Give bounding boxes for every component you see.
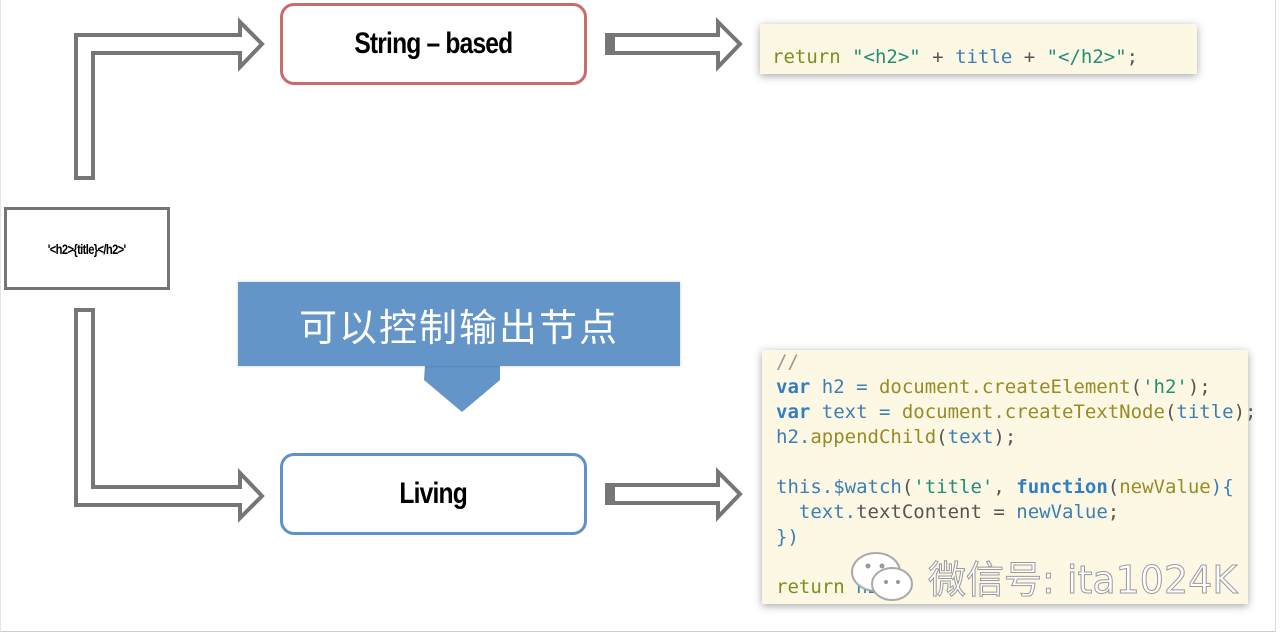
code-token: this.$watch bbox=[776, 476, 902, 498]
source-template-box: '<h2>{title}</h2>' bbox=[4, 207, 170, 290]
code-line: text.textContent = newValue; bbox=[776, 500, 1248, 525]
code-token: ( bbox=[1107, 476, 1120, 498]
code-token: ( bbox=[936, 426, 948, 448]
code-token: ( bbox=[901, 476, 914, 498]
code-token: 'h2' bbox=[1142, 376, 1188, 398]
source-template-text: '<h2>{title}</h2>' bbox=[48, 240, 127, 257]
code-token: ); bbox=[1233, 401, 1257, 423]
right-arrow-bottom-icon bbox=[605, 467, 743, 522]
code-token: newValue bbox=[1016, 501, 1108, 523]
callout-text: 可以控制输出节点 bbox=[298, 307, 619, 350]
code-line: var h2 = document.createElement('h2'); bbox=[776, 375, 1248, 400]
code-token: document.createTextNode bbox=[901, 401, 1165, 423]
code-token: document.createElement bbox=[878, 376, 1131, 398]
code-token: ; bbox=[1126, 46, 1139, 68]
code-token: text bbox=[947, 426, 994, 448]
right-arrow-top-icon bbox=[605, 17, 743, 72]
watermark: 微信号: ita1024K bbox=[848, 548, 1238, 604]
code-token: textContent bbox=[856, 501, 982, 523]
code-line: h2.appendChild(text); bbox=[776, 425, 1248, 450]
code-token: ; bbox=[1107, 501, 1120, 523]
code-token: ){ bbox=[1210, 476, 1234, 498]
code-token: ( bbox=[1130, 376, 1143, 398]
code-token: title bbox=[955, 46, 1013, 68]
code-line: }) bbox=[776, 525, 1248, 550]
code-token: h2 = bbox=[810, 376, 879, 398]
callout-down-arrow-icon bbox=[424, 365, 500, 412]
code-line: return "<h2>" + title + "</h2>"; bbox=[772, 45, 1197, 69]
wechat-logo-icon bbox=[851, 552, 913, 601]
code-line: // bbox=[776, 350, 1248, 375]
code-line: var text = document.createTextNode(title… bbox=[776, 400, 1257, 425]
code-token: "<h2>" bbox=[852, 46, 921, 68]
code-token: + bbox=[920, 46, 956, 68]
elbow-arrow-down-icon bbox=[74, 308, 265, 523]
living-label: Living bbox=[399, 477, 468, 510]
code-token: ( bbox=[1164, 401, 1177, 423]
code-token: var bbox=[776, 376, 811, 398]
string-based-box: String – based bbox=[280, 3, 587, 85]
code-token: "</h2>" bbox=[1046, 46, 1127, 68]
code-token: title bbox=[1176, 401, 1234, 423]
elbow-arrow-up-icon bbox=[74, 17, 265, 180]
callout-banner: 可以控制输出节点 bbox=[238, 282, 680, 366]
code-token: function bbox=[1016, 476, 1108, 498]
code-token: = bbox=[981, 501, 1017, 523]
code-token: text = bbox=[810, 401, 902, 423]
code-token: + bbox=[1012, 46, 1047, 68]
code-token: // bbox=[776, 351, 799, 373]
code-line: this.$watch('title', function(newValue){ bbox=[776, 475, 1248, 500]
watermark-text: 微信号: ita1024K bbox=[927, 557, 1238, 602]
code-token: , bbox=[993, 476, 1017, 498]
code-token: appendChild bbox=[810, 426, 937, 448]
code-token: var bbox=[776, 401, 811, 423]
code-token: 'title' bbox=[913, 476, 994, 498]
code-token: ); bbox=[993, 426, 1017, 448]
code-token: return bbox=[772, 46, 841, 68]
code-token: ); bbox=[1187, 376, 1211, 398]
code-token: return bbox=[776, 576, 845, 598]
string-code-panel: return "<h2>" + title + "</h2>"; bbox=[760, 24, 1197, 74]
code-token: }) bbox=[776, 526, 799, 548]
code-token: newValue bbox=[1119, 476, 1211, 498]
string-based-label: String – based bbox=[354, 27, 513, 60]
living-box: Living bbox=[280, 453, 587, 535]
code-token: text. bbox=[776, 501, 857, 523]
arrow-tail-mark bbox=[607, 35, 615, 53]
code-token: h2. bbox=[776, 426, 811, 448]
arrow-tail-mark bbox=[607, 485, 615, 503]
